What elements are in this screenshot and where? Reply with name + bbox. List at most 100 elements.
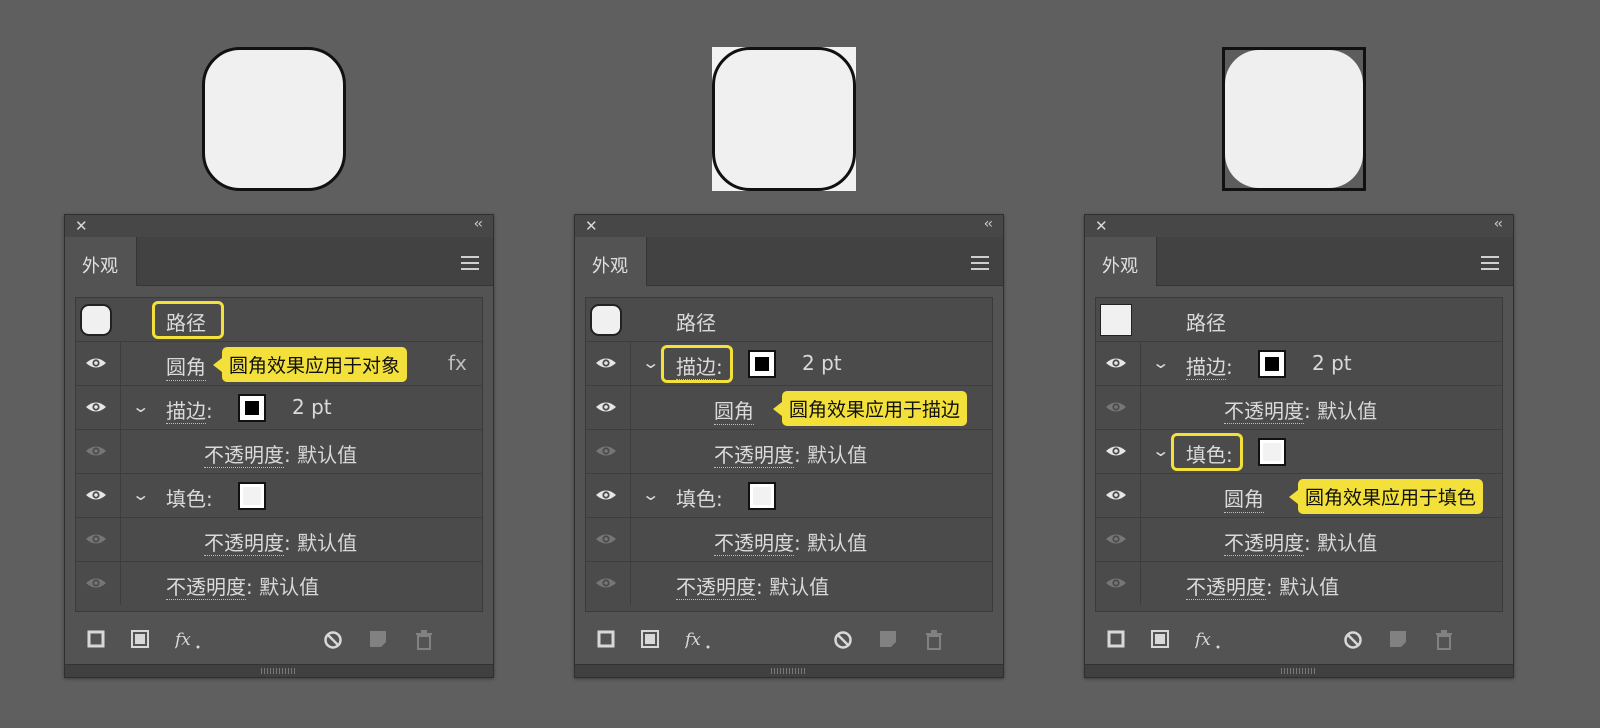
eye-icon[interactable]: [1105, 398, 1127, 416]
panel-menu-icon[interactable]: [971, 256, 989, 270]
eye-icon[interactable]: [1105, 530, 1127, 548]
opacity-label[interactable]: 不透明度: [166, 575, 246, 600]
opacity-row[interactable]: 不透明度: 默认值: [76, 430, 482, 474]
opacity-row[interactable]: 不透明度: 默认值: [586, 430, 992, 474]
trash-icon[interactable]: [415, 630, 433, 650]
stroke-swatch[interactable]: [238, 394, 266, 422]
opacity-label[interactable]: 不透明度: [714, 443, 794, 468]
collapse-icon[interactable]: ‹‹: [984, 216, 993, 232]
opacity-row[interactable]: 不透明度: 默认值: [1096, 518, 1502, 562]
effect-label[interactable]: 圆角: [166, 351, 206, 381]
chevron-down-icon[interactable]: ⌄: [641, 353, 660, 372]
stroke-label[interactable]: 描边: [166, 399, 206, 424]
add-fill-icon[interactable]: [1151, 630, 1169, 648]
object-row[interactable]: 路径: [76, 298, 482, 342]
add-stroke-icon[interactable]: [1107, 630, 1125, 648]
fill-row[interactable]: ⌄ 填色:: [1096, 430, 1502, 474]
eye-icon[interactable]: [595, 398, 617, 416]
effect-row[interactable]: 圆角 fx 圆角效果应用于对象: [76, 342, 482, 386]
opacity-label[interactable]: 不透明度: [1224, 399, 1304, 424]
stroke-row[interactable]: ⌄ 描边: 2 pt: [586, 342, 992, 386]
chevron-down-icon[interactable]: ⌄: [1151, 441, 1170, 460]
close-icon[interactable]: ✕: [75, 217, 88, 235]
stroke-weight[interactable]: 2 pt: [292, 395, 332, 419]
add-fill-icon[interactable]: [131, 630, 149, 648]
trash-icon[interactable]: [925, 630, 943, 650]
stroke-swatch[interactable]: [748, 350, 776, 378]
opacity-row[interactable]: 不透明度: 默认值: [1096, 562, 1502, 606]
eye-icon[interactable]: [1105, 442, 1127, 460]
resize-grip[interactable]: [65, 664, 493, 677]
stroke-row[interactable]: ⌄ 描边: 2 pt: [1096, 342, 1502, 386]
close-icon[interactable]: ✕: [585, 217, 598, 235]
fill-label[interactable]: 填色: [166, 487, 206, 511]
panel-menu-icon[interactable]: [461, 256, 479, 270]
effect-row[interactable]: 圆角 圆角效果应用于填色: [1096, 474, 1502, 518]
resize-grip[interactable]: [575, 664, 1003, 677]
opacity-row[interactable]: 不透明度: 默认值: [586, 562, 992, 606]
opacity-label[interactable]: 不透明度: [1224, 531, 1304, 556]
duplicate-icon[interactable]: [1389, 630, 1407, 648]
stroke-label[interactable]: 描边: [1186, 355, 1226, 380]
fill-swatch[interactable]: [1258, 438, 1286, 466]
fill-row[interactable]: ⌄ 填色:: [586, 474, 992, 518]
opacity-label[interactable]: 不透明度: [204, 443, 284, 468]
chevron-down-icon[interactable]: ⌄: [131, 397, 150, 416]
clear-appearance-icon[interactable]: [1343, 630, 1363, 650]
add-stroke-icon[interactable]: [597, 630, 615, 648]
effect-label[interactable]: 圆角: [714, 395, 754, 425]
tab-appearance[interactable]: 外观: [575, 237, 647, 286]
collapse-icon[interactable]: ‹‹: [1494, 216, 1503, 232]
chevron-down-icon[interactable]: ⌄: [1151, 353, 1170, 372]
eye-icon[interactable]: [85, 530, 107, 548]
eye-icon[interactable]: [85, 442, 107, 460]
fill-row[interactable]: ⌄ 填色:: [76, 474, 482, 518]
tab-appearance[interactable]: 外观: [65, 237, 137, 286]
trash-icon[interactable]: [1435, 630, 1453, 650]
fx-icon[interactable]: fx: [448, 351, 467, 375]
effect-row[interactable]: 圆角 圆角效果应用于描边: [586, 386, 992, 430]
eye-icon[interactable]: [1105, 574, 1127, 592]
collapse-icon[interactable]: ‹‹: [474, 216, 483, 232]
eye-icon[interactable]: [85, 398, 107, 416]
fill-swatch[interactable]: [748, 482, 776, 510]
panel-menu-icon[interactable]: [1481, 256, 1499, 270]
eye-icon[interactable]: [595, 442, 617, 460]
eye-icon[interactable]: [595, 486, 617, 504]
eye-icon[interactable]: [595, 354, 617, 372]
eye-icon[interactable]: [1105, 354, 1127, 372]
opacity-row[interactable]: 不透明度: 默认值: [1096, 386, 1502, 430]
chevron-down-icon[interactable]: ⌄: [641, 485, 660, 504]
object-row[interactable]: 路径: [1096, 298, 1502, 342]
close-icon[interactable]: ✕: [1095, 217, 1108, 235]
clear-appearance-icon[interactable]: [323, 630, 343, 650]
fx-menu-icon[interactable]: fx: [685, 630, 711, 650]
opacity-label[interactable]: 不透明度: [676, 575, 756, 600]
duplicate-icon[interactable]: [369, 630, 387, 648]
eye-icon[interactable]: [595, 574, 617, 592]
clear-appearance-icon[interactable]: [833, 630, 853, 650]
opacity-label[interactable]: 不透明度: [1186, 575, 1266, 600]
add-fill-icon[interactable]: [641, 630, 659, 648]
fill-swatch[interactable]: [238, 482, 266, 510]
stroke-swatch[interactable]: [1258, 350, 1286, 378]
fill-label[interactable]: 填色: [676, 487, 716, 511]
effect-label[interactable]: 圆角: [1224, 483, 1264, 513]
fx-menu-icon[interactable]: fx: [175, 630, 201, 650]
fx-menu-icon[interactable]: fx: [1195, 630, 1221, 650]
stroke-weight[interactable]: 2 pt: [1312, 351, 1352, 375]
chevron-down-icon[interactable]: ⌄: [131, 485, 150, 504]
resize-grip[interactable]: [1085, 664, 1513, 677]
opacity-label[interactable]: 不透明度: [204, 531, 284, 556]
opacity-row[interactable]: 不透明度: 默认值: [76, 518, 482, 562]
eye-icon[interactable]: [595, 530, 617, 548]
object-row[interactable]: 路径: [586, 298, 992, 342]
eye-icon[interactable]: [85, 574, 107, 592]
eye-icon[interactable]: [85, 486, 107, 504]
opacity-row[interactable]: 不透明度: 默认值: [76, 562, 482, 606]
eye-icon[interactable]: [1105, 486, 1127, 504]
eye-icon[interactable]: [85, 354, 107, 372]
add-stroke-icon[interactable]: [87, 630, 105, 648]
opacity-row[interactable]: 不透明度: 默认值: [586, 518, 992, 562]
stroke-weight[interactable]: 2 pt: [802, 351, 842, 375]
